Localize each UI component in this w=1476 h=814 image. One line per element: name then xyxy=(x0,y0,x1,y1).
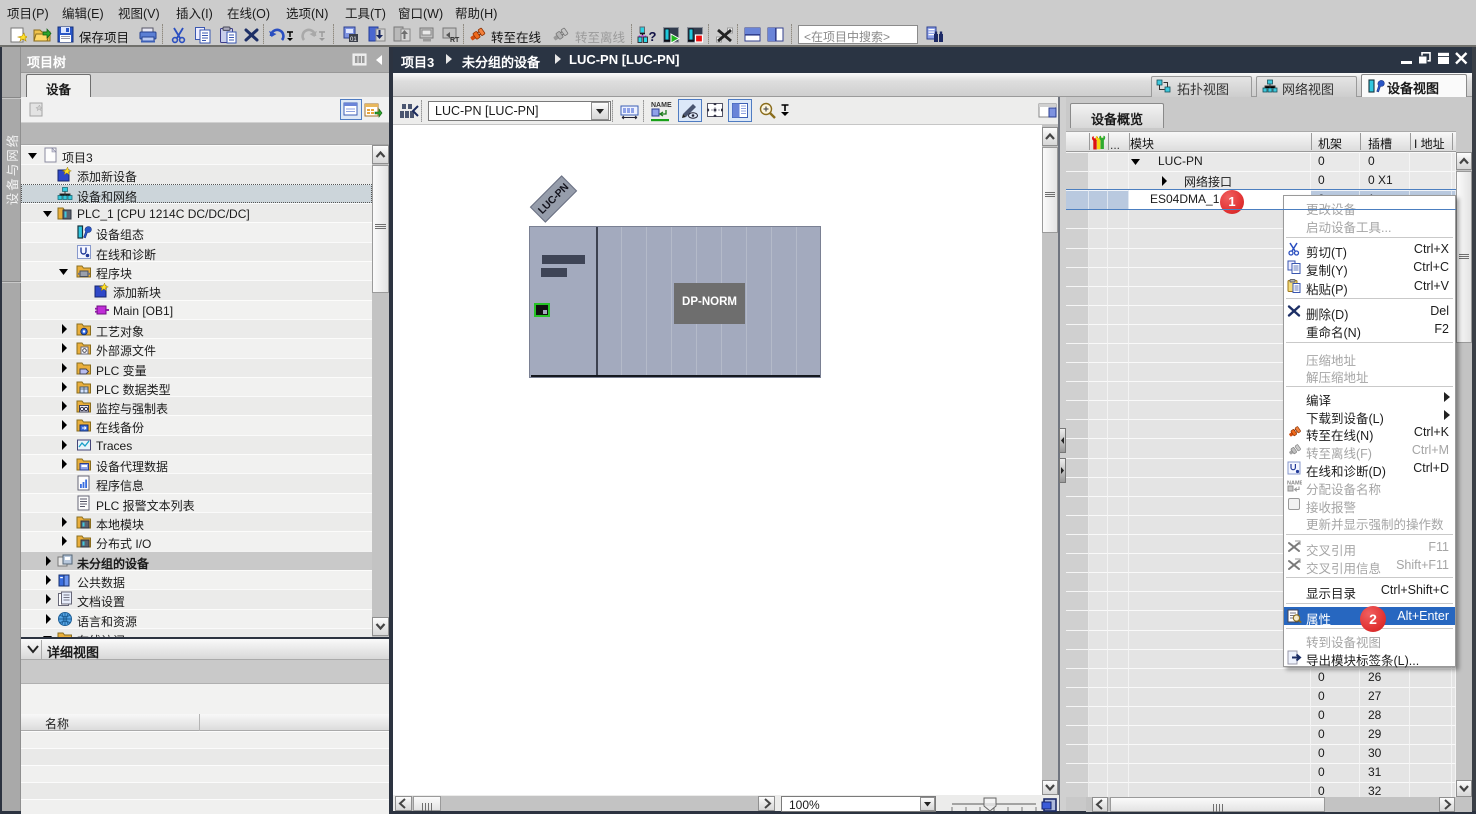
svg-text:RT: RT xyxy=(450,37,460,43)
svg-text:?: ? xyxy=(649,29,657,44)
svg-text:NAME: NAME xyxy=(651,102,672,109)
svg-text:01: 01 xyxy=(350,37,357,43)
